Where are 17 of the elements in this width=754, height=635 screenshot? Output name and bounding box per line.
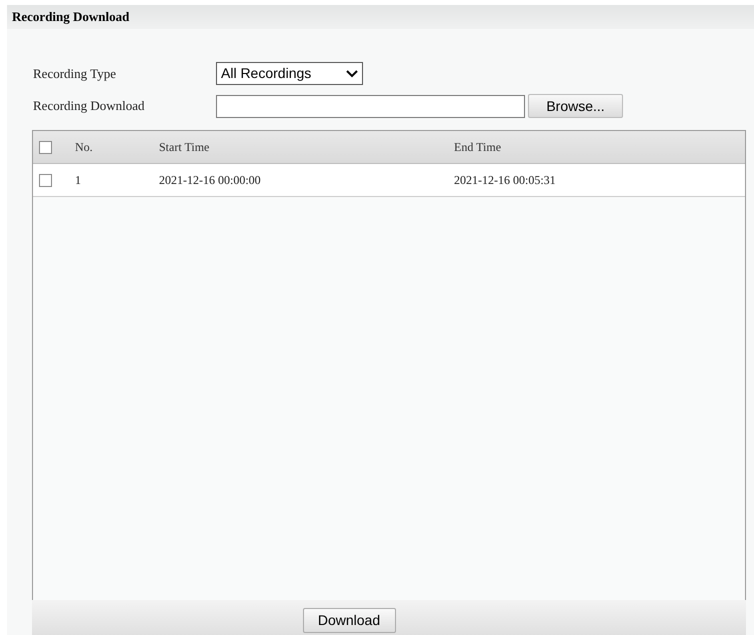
table-row[interactable]: 1 2021-12-16 00:00:00 2021-12-16 00:05:31	[33, 164, 745, 197]
table-cell-text: 2021-12-16 00:05:31	[454, 172, 557, 189]
column-header: End Time	[454, 139, 502, 156]
column-header: Start Time	[159, 139, 210, 156]
checkbox[interactable]	[39, 140, 52, 154]
checkbox[interactable]	[39, 174, 52, 186]
file-path-field[interactable]	[216, 94, 525, 118]
field-label: Recording Type	[33, 64, 117, 83]
recording-type-dropdown[interactable]: All Recordings	[216, 62, 363, 85]
field-label: Recording Download	[33, 97, 146, 116]
caret-icon	[346, 70, 358, 78]
download-button[interactable]: Download	[302, 608, 396, 633]
browse-button[interactable]: Browse...	[528, 94, 623, 118]
column-header: No.	[75, 139, 94, 156]
table-cell-text: 1	[75, 172, 82, 189]
table-cell-text: 2021-12-16 00:00:00	[159, 172, 262, 189]
window-title: Recording Download	[12, 8, 130, 26]
